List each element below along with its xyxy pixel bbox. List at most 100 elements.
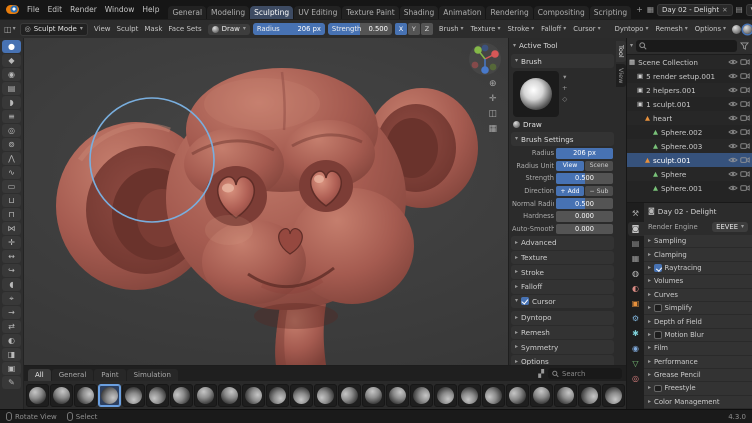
sculpt-tool-slide-relax[interactable]: ⇄ <box>2 320 21 333</box>
sculpt-tool-thumb[interactable]: ◖ <box>2 278 21 291</box>
asset-search[interactable] <box>548 368 622 379</box>
topbar-menu[interactable]: Window <box>101 3 139 16</box>
brush-name-row[interactable]: Draw <box>509 119 616 131</box>
outliner-row[interactable]: Sphere.003 <box>627 139 752 153</box>
outliner-row[interactable]: 1 sculpt.001 <box>627 97 752 111</box>
cursor-checkbox[interactable] <box>521 297 529 305</box>
brush-setting-row[interactable]: Normal Radius 0.500 <box>509 197 616 210</box>
outliner-row[interactable]: 5 render setup.001 <box>627 69 752 83</box>
workspace-tab[interactable]: Scripting <box>590 6 631 19</box>
section-checkbox[interactable] <box>654 331 662 339</box>
eye-icon[interactable] <box>728 72 738 80</box>
sculpt-tool-draw-face-sets[interactable]: ◨ <box>2 348 21 361</box>
brush-thumbnail-17[interactable] <box>434 384 457 407</box>
sculpt-tool-clay-strips[interactable]: ▤ <box>2 82 21 95</box>
sculpt-tool-blob[interactable]: ⊚ <box>2 138 21 151</box>
camera-visibility-icon[interactable] <box>740 100 750 108</box>
brush-thumbnail-12[interactable] <box>314 384 337 407</box>
properties-tab-scene[interactable]: ◍ <box>628 267 644 281</box>
move-view-icon[interactable]: ✛ <box>489 95 497 104</box>
properties-tab-view-layer[interactable]: ▦ <box>628 252 644 266</box>
brush-thumbnail-22[interactable] <box>554 384 577 407</box>
workspace-tab[interactable]: UV Editing <box>294 6 341 19</box>
workspace-tab[interactable]: Texture Paint <box>342 6 398 19</box>
viewport-header-popover[interactable]: Dyntopo▾ <box>612 23 652 35</box>
eye-icon[interactable] <box>728 142 738 150</box>
mode-selector[interactable]: ◎ Sculpt Mode ▾ <box>20 23 88 36</box>
brush-thumbnail-9[interactable] <box>242 384 265 407</box>
properties-section[interactable]: ▸ Grease Pencil <box>644 369 752 382</box>
properties-tab-world[interactable]: ◐ <box>628 282 644 296</box>
scene-selector[interactable]: Day 02 - Delight ✕ <box>657 4 733 16</box>
eye-icon[interactable] <box>728 170 738 178</box>
view-layer-selector[interactable]: ViewLayer <box>746 4 752 16</box>
symmetry-toggle[interactable]: X <box>395 23 407 35</box>
sculpt-tool-pinch[interactable]: ⋈ <box>2 222 21 235</box>
workspace-tab[interactable]: General <box>168 6 206 19</box>
shading-mode-icon-shading-solid[interactable] <box>743 25 752 34</box>
sidebar-tab[interactable]: Tool <box>616 41 626 62</box>
properties-tab-material[interactable]: ◎ <box>628 372 644 386</box>
symmetry-toggle[interactable]: Z <box>421 23 433 35</box>
brush-setting-row[interactable]: Strength 0.500 <box>509 172 616 185</box>
brush-thumbnail-20[interactable] <box>506 384 529 407</box>
properties-tab-tool[interactable]: ⚒ <box>628 207 644 221</box>
shading-mode-icon-shading-wireframe[interactable] <box>732 25 741 34</box>
brush-thumbnail-1[interactable] <box>50 384 73 407</box>
brush-thumbnail-7[interactable] <box>194 384 217 407</box>
camera-visibility-icon[interactable] <box>740 170 750 178</box>
panel-section-header[interactable]: ▸Symmetry <box>511 340 614 354</box>
sculpt-tool-inflate[interactable]: ◎ <box>2 124 21 137</box>
properties-tab-physics[interactable]: ◉ <box>628 342 644 356</box>
section-checkbox[interactable] <box>654 385 662 393</box>
viewport-menu[interactable]: View <box>91 23 114 35</box>
sculpt-tool-nudge[interactable]: → <box>2 306 21 319</box>
panel-section-header[interactable]: ▸Texture <box>511 251 614 265</box>
brush-thumbnail-2[interactable] <box>74 384 97 407</box>
camera-visibility-icon[interactable] <box>740 114 750 122</box>
properties-section[interactable]: ▸ Volumes <box>644 275 752 288</box>
radius-slider[interactable]: Radius 206 px <box>253 23 325 35</box>
toolbar-popover[interactable]: Falloff▾ <box>538 23 569 35</box>
viewport-3d[interactable]: ⊕ ✛ ◫ ▦ ▾ Active Tool ▾ Brush <box>24 38 626 409</box>
sculpt-tool-draw[interactable]: ● <box>2 40 21 53</box>
camera-visibility-icon[interactable] <box>740 58 750 66</box>
sculpt-tool-crease[interactable]: ⋀ <box>2 152 21 165</box>
brush-thumbnail-11[interactable] <box>290 384 313 407</box>
workspace-tab[interactable]: Modeling <box>207 6 249 19</box>
brush-thumbnail-19[interactable] <box>482 384 505 407</box>
camera-visibility-icon[interactable] <box>740 156 750 164</box>
outliner-row[interactable]: Sphere.001 <box>627 181 752 195</box>
toolbar-popover[interactable]: Cursor▾ <box>570 23 603 35</box>
sculpt-tool-flatten[interactable]: ▭ <box>2 180 21 193</box>
topbar-menu[interactable]: Help <box>138 3 163 16</box>
outliner-row[interactable]: Sphere <box>627 167 752 181</box>
camera-visibility-icon[interactable] <box>740 184 750 192</box>
brush-preview-button-browse-brush-icon[interactable]: ▾ <box>563 73 566 81</box>
sculpt-tool-mask[interactable]: ◐ <box>2 334 21 347</box>
properties-section[interactable]: ▸ Raytracing <box>644 262 752 275</box>
eye-icon[interactable] <box>728 100 738 108</box>
sculpt-tool-elastic-deform[interactable]: ↭ <box>2 250 21 263</box>
cursor-panel-header[interactable]: ▾ Cursor <box>511 295 614 309</box>
unlink-icon[interactable]: ✕ <box>722 6 727 14</box>
camera-view-icon[interactable]: ◫ <box>488 110 497 119</box>
brush-thumbnail-24[interactable] <box>602 384 625 407</box>
filter-icon[interactable] <box>740 42 749 50</box>
asset-shelf-tab[interactable]: Simulation <box>127 369 178 381</box>
brush-thumbnail-0[interactable] <box>26 384 49 407</box>
brush-setting-row[interactable]: Radius 206 px <box>509 147 616 160</box>
topbar-menu[interactable]: Edit <box>44 3 67 16</box>
render-engine-select[interactable]: EEVEE ▾ <box>712 222 748 232</box>
toolbar-popover[interactable]: Stroke▾ <box>504 23 537 35</box>
properties-section[interactable]: ▸ Curves <box>644 289 752 302</box>
sculpt-tool-scrape[interactable]: ⊓ <box>2 208 21 221</box>
asset-shelf-tab[interactable]: All <box>28 369 51 381</box>
eye-icon[interactable] <box>728 184 738 192</box>
outliner-row[interactable]: Scene Collection <box>627 55 752 69</box>
sculpt-tool-draw-sharp[interactable]: ◆ <box>2 54 21 67</box>
properties-section[interactable]: ▸ Film <box>644 342 752 355</box>
viewport-header-popover[interactable]: Remesh▾ <box>653 23 691 35</box>
sculpt-tool-clay-thumb[interactable]: ◗ <box>2 96 21 109</box>
strength-slider[interactable]: Strength 0.500 <box>328 23 392 35</box>
